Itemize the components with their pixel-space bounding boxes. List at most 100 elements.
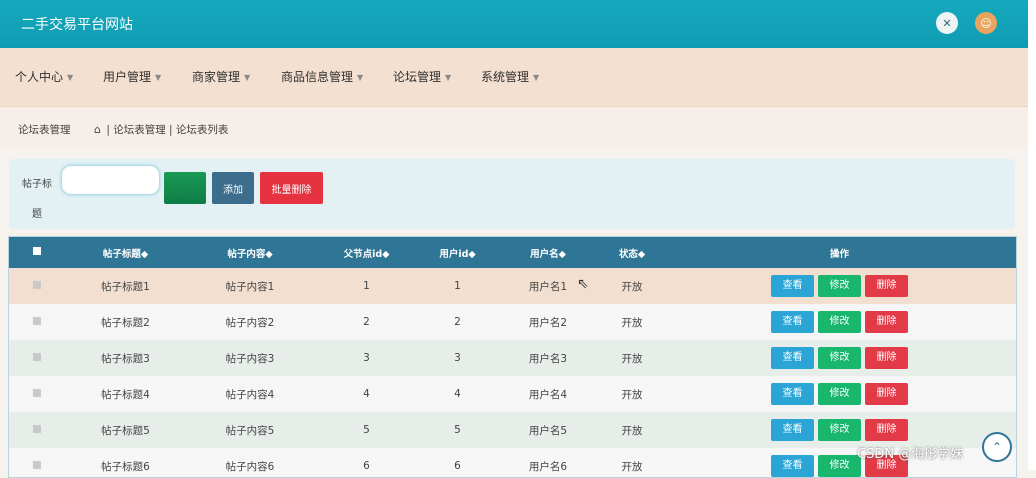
view-button[interactable]: 查看 bbox=[771, 311, 814, 333]
column-header-parent-id[interactable]: 父节点id◆ bbox=[313, 237, 420, 268]
breadcrumb: ⌂ | 论坛表管理 | 论坛表列表 bbox=[94, 122, 228, 137]
search-label: 帖子标 bbox=[22, 179, 52, 190]
cell-user-id: 5 bbox=[454, 424, 461, 436]
edit-button[interactable]: 修改 bbox=[818, 275, 861, 297]
menu-item-product-management[interactable]: 商品信息管理 ▼ bbox=[281, 68, 363, 85]
breadcrumb-path[interactable]: | 论坛表管理 | 论坛表列表 bbox=[106, 124, 228, 136]
cell-user-id: 1 bbox=[454, 280, 461, 292]
edit-button[interactable]: 修改 bbox=[818, 419, 861, 441]
cell-parent-id: 3 bbox=[363, 352, 370, 364]
cell-user-id: 3 bbox=[454, 352, 461, 364]
cell-actions: 查看 修改 删除 bbox=[663, 304, 1016, 340]
table-row: 帖子标题4 帖子内容4 4 4 用户名4 开放 查看 修改 删除 bbox=[9, 376, 1016, 412]
row-checkbox[interactable] bbox=[9, 340, 64, 376]
row-checkbox[interactable] bbox=[9, 268, 64, 304]
chevron-down-icon: ▼ bbox=[533, 73, 540, 82]
search-label-continued: 题 bbox=[32, 209, 42, 220]
cell-title: 帖子标题5 bbox=[101, 424, 150, 437]
cell-parent-id: 4 bbox=[363, 388, 370, 400]
site-title: 二手交易平台网站 bbox=[21, 17, 133, 33]
row-checkbox[interactable] bbox=[9, 304, 64, 340]
page-title: 论坛表管理 bbox=[18, 124, 71, 136]
column-header-content[interactable]: 帖子内容◆ bbox=[187, 237, 313, 268]
edit-button[interactable]: 修改 bbox=[818, 383, 861, 405]
view-button[interactable]: 查看 bbox=[771, 419, 814, 441]
cell-status: 开放 bbox=[621, 316, 643, 329]
menu-item-forum-management[interactable]: 论坛管理 ▼ bbox=[393, 68, 451, 85]
cell-parent-id: 1 bbox=[363, 280, 370, 292]
user-avatar-icon[interactable]: ☺ bbox=[975, 12, 997, 34]
chevron-down-icon: ▼ bbox=[357, 73, 364, 82]
row-checkbox[interactable] bbox=[9, 412, 64, 448]
cell-username: 用户名5 bbox=[528, 424, 568, 437]
cell-status: 开放 bbox=[621, 280, 643, 293]
table-row: 帖子标题1 帖子内容1 1 1 用户名1 开放 查看 修改 删除 bbox=[9, 268, 1016, 304]
post-title-search-input[interactable] bbox=[61, 165, 160, 195]
edit-button[interactable]: 修改 bbox=[818, 311, 861, 333]
menu-item-personal-center[interactable]: 个人中心 ▼ bbox=[15, 68, 73, 85]
chevron-down-icon: ▼ bbox=[445, 73, 452, 82]
select-all-checkbox[interactable] bbox=[9, 237, 64, 268]
column-header-status[interactable]: 状态◆ bbox=[601, 237, 663, 268]
mouse-cursor-icon: ⇖ bbox=[577, 276, 589, 292]
top-menu: 个人中心 ▼ 用户管理 ▼ 商家管理 ▼ 商品信息管理 ▼ 论坛管理 ▼ 系统管理 ▼ bbox=[0, 48, 1028, 107]
cell-actions: 查看 修改 删除 bbox=[663, 376, 1016, 412]
chevron-down-icon: ▼ bbox=[67, 73, 74, 82]
menu-item-user-management[interactable]: 用户管理 ▼ bbox=[103, 68, 161, 85]
column-header-username[interactable]: 用户名◆ bbox=[495, 237, 601, 268]
cell-user-id: 6 bbox=[454, 460, 461, 472]
view-button[interactable]: 查看 bbox=[771, 347, 814, 369]
cell-username: 用户名6 bbox=[528, 460, 568, 473]
delete-button[interactable]: 删除 bbox=[865, 383, 908, 405]
cell-username: 用户名3 bbox=[528, 352, 568, 365]
delete-button[interactable]: 删除 bbox=[865, 419, 908, 441]
cell-status: 开放 bbox=[621, 388, 643, 401]
search-button[interactable]: 查询 bbox=[164, 172, 206, 204]
table-row: 帖子标题2 帖子内容2 2 2 用户名2 开放 查看 修改 删除 bbox=[9, 304, 1016, 340]
column-header-title[interactable]: 帖子标题◆ bbox=[64, 237, 187, 268]
view-button[interactable]: 查看 bbox=[771, 455, 814, 477]
chevron-down-icon: ▼ bbox=[244, 73, 251, 82]
cell-title: 帖子标题3 bbox=[101, 352, 150, 365]
edit-button[interactable]: 修改 bbox=[818, 347, 861, 369]
table-row: 帖子标题3 帖子内容3 3 3 用户名3 开放 查看 修改 删除 bbox=[9, 340, 1016, 376]
menu-item-merchant-management[interactable]: 商家管理 ▼ bbox=[192, 68, 250, 85]
delete-button[interactable]: 删除 bbox=[865, 347, 908, 369]
cell-content: 帖子内容3 bbox=[225, 352, 275, 365]
search-panel: 帖子标 题 查询 添加 批量删除 bbox=[9, 159, 1015, 229]
delete-button[interactable]: 删除 bbox=[865, 311, 908, 333]
cell-content: 帖子内容5 bbox=[225, 424, 275, 437]
cell-user-id: 2 bbox=[454, 316, 461, 328]
cell-title: 帖子标题2 bbox=[101, 316, 150, 329]
home-icon[interactable]: ⌂ bbox=[94, 123, 101, 136]
cell-user-id: 4 bbox=[454, 388, 461, 400]
view-button[interactable]: 查看 bbox=[771, 383, 814, 405]
scroll-to-top-icon[interactable]: ⌃ bbox=[982, 432, 1012, 462]
view-button[interactable]: 查看 bbox=[771, 275, 814, 297]
row-checkbox[interactable] bbox=[9, 376, 64, 412]
table-header-row: 帖子标题◆ 帖子内容◆ 父节点id◆ 用户id◆ 用户名◆ 状态◆ 操作 bbox=[9, 237, 1016, 268]
column-header-actions: 操作 bbox=[829, 248, 849, 260]
cell-title: 帖子标题4 bbox=[101, 388, 150, 401]
cell-parent-id: 6 bbox=[363, 460, 370, 472]
cell-title: 帖子标题1 bbox=[101, 280, 150, 293]
cell-content: 帖子内容6 bbox=[225, 460, 275, 473]
batch-delete-button[interactable]: 批量删除 bbox=[260, 172, 323, 204]
menu-item-system-management[interactable]: 系统管理 ▼ bbox=[481, 68, 539, 85]
forum-table: 帖子标题◆ 帖子内容◆ 父节点id◆ 用户id◆ 用户名◆ 状态◆ 操作 帖子标… bbox=[8, 236, 1017, 478]
edit-button[interactable]: 修改 bbox=[818, 455, 861, 477]
row-checkbox[interactable] bbox=[9, 448, 64, 477]
add-button[interactable]: 添加 bbox=[212, 172, 254, 204]
cell-parent-id: 5 bbox=[363, 424, 370, 436]
cell-status: 开放 bbox=[621, 352, 643, 365]
cell-status: 开放 bbox=[621, 424, 643, 437]
fullscreen-icon[interactable]: ✕ bbox=[936, 12, 958, 34]
top-header: 二手交易平台网站 ✕ ☺ bbox=[0, 0, 1028, 48]
cell-username: 用户名2 bbox=[528, 316, 568, 329]
cell-actions: 查看 修改 删除 bbox=[663, 340, 1016, 376]
cell-status: 开放 bbox=[621, 460, 643, 473]
cell-content: 帖子内容4 bbox=[225, 388, 275, 401]
window-edge bbox=[1028, 0, 1036, 470]
column-header-user-id[interactable]: 用户id◆ bbox=[420, 237, 495, 268]
delete-button[interactable]: 删除 bbox=[865, 275, 908, 297]
